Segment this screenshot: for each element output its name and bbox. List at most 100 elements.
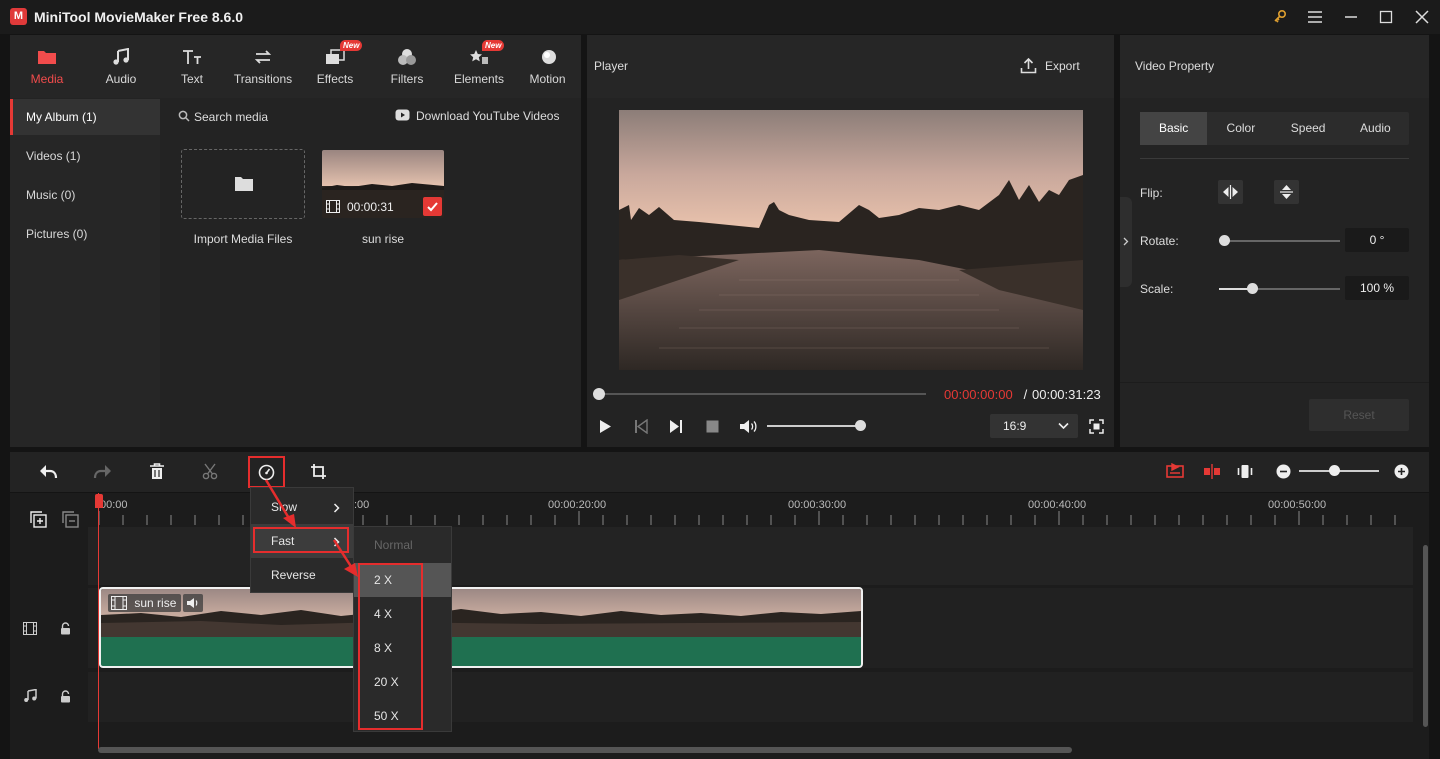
rotate-value[interactable]: 0 ° — [1345, 228, 1409, 252]
clip-thumbnails — [101, 589, 861, 637]
playhead-handle[interactable] — [95, 494, 103, 508]
volume-icon[interactable] — [739, 419, 757, 434]
tab-audio[interactable]: Audio — [84, 35, 158, 98]
search-input[interactable]: Search media — [194, 110, 268, 124]
tab-transitions[interactable]: Transitions — [226, 35, 300, 98]
audio-detach-icon[interactable] — [1166, 463, 1184, 480]
tab-basic[interactable]: Basic — [1140, 112, 1208, 145]
zoom-slider-knob[interactable] — [1329, 465, 1340, 476]
chevron-right-icon — [1123, 237, 1129, 246]
clip-volume-icon[interactable] — [183, 594, 203, 612]
app-title: MiniTool MovieMaker Free 8.6.0 — [34, 9, 244, 25]
film-icon — [111, 595, 127, 610]
tab-filters[interactable]: Filters — [370, 35, 444, 98]
tab-motion[interactable]: Motion — [514, 35, 581, 98]
player-title: Player — [594, 59, 629, 73]
previous-frame-icon[interactable] — [634, 419, 648, 434]
lock-icon[interactable] — [60, 622, 71, 635]
tab-text[interactable]: Text — [158, 35, 226, 98]
reset-button[interactable]: Reset — [1309, 399, 1409, 431]
horizontal-scrollbar[interactable] — [98, 747, 1072, 753]
folder-icon — [234, 175, 254, 192]
scale-slider-knob[interactable] — [1247, 283, 1258, 294]
volume-knob[interactable] — [855, 420, 866, 431]
fullscreen-icon[interactable] — [1089, 419, 1104, 434]
download-youtube-button[interactable]: Download YouTube Videos — [416, 109, 559, 123]
split-clip-icon[interactable] — [1203, 463, 1221, 480]
ruler-label: 00:00:20:00 — [548, 499, 607, 511]
tab-filters-label: Filters — [390, 72, 424, 86]
import-media-button[interactable] — [181, 149, 305, 219]
ruler-label: 00:00:40:00 — [1028, 499, 1087, 511]
rotate-slider-knob[interactable] — [1219, 235, 1230, 246]
sidebar-item-pictures[interactable]: Pictures (0) — [10, 216, 160, 252]
speed-options-highlight — [358, 563, 423, 730]
minimize-icon[interactable] — [1336, 4, 1366, 30]
close-icon[interactable] — [1407, 4, 1437, 30]
volume-slider[interactable] — [767, 425, 861, 427]
app-logo-icon: M — [10, 8, 27, 25]
sidebar-item-my-album[interactable]: My Album (1) — [10, 99, 160, 135]
collapse-panel-handle[interactable] — [1120, 197, 1132, 287]
add-track-icon[interactable] — [30, 511, 47, 528]
vertical-scrollbar[interactable] — [1423, 545, 1428, 727]
play-icon[interactable] — [598, 419, 612, 434]
scale-slider[interactable] — [1253, 288, 1340, 290]
tab-motion-label: Motion — [529, 72, 566, 86]
fit-timeline-icon[interactable] — [1237, 463, 1253, 480]
motion-icon — [538, 46, 558, 68]
property-tabs: Basic Color Speed Audio — [1140, 112, 1409, 145]
sidebar-item-music[interactable]: Music (0) — [10, 177, 160, 213]
flip-vertical-button[interactable] — [1274, 180, 1299, 204]
new-badge: New — [482, 40, 505, 51]
undo-icon[interactable] — [39, 463, 58, 480]
split-scissors-icon[interactable] — [202, 463, 218, 480]
export-button[interactable]: Export — [1045, 59, 1080, 73]
clip-name: sun rise — [361, 232, 405, 246]
album-sidebar: My Album (1) Videos (1) Music (0) Pictur… — [10, 99, 160, 447]
key-icon[interactable] — [1265, 4, 1295, 30]
menu-icon[interactable] — [1300, 4, 1330, 30]
stop-icon[interactable] — [706, 420, 719, 433]
player-video-preview — [619, 110, 1083, 370]
clip-label: sun rise — [108, 594, 182, 612]
tab-media[interactable]: Media — [10, 35, 84, 98]
scale-value[interactable]: 100 % — [1345, 276, 1409, 300]
lock-icon[interactable] — [60, 690, 71, 703]
timeline-playhead[interactable] — [98, 493, 99, 749]
tab-color[interactable]: Color — [1207, 112, 1274, 145]
zoom-in-icon[interactable] — [1394, 464, 1409, 479]
flip-horizontal-button[interactable] — [1218, 180, 1243, 204]
sidebar-item-videos[interactable]: Videos (1) — [10, 138, 160, 174]
rotate-label: Rotate: — [1140, 234, 1179, 248]
tab-elements[interactable]: New Elements — [444, 35, 514, 98]
music-track-icon — [23, 689, 37, 703]
next-frame-icon[interactable] — [669, 419, 683, 434]
timeline-video-clip[interactable] — [99, 587, 863, 668]
import-media-label: Import Media Files — [193, 232, 293, 246]
current-time: 00:00:00:00 — [944, 387, 1013, 402]
playback-progress-bar[interactable] — [600, 393, 926, 395]
tab-effects[interactable]: New Effects — [300, 35, 370, 98]
time-separator: / — [1020, 387, 1031, 402]
video-track-icon — [23, 622, 37, 635]
redo-icon[interactable] — [93, 463, 112, 480]
remove-track-icon[interactable] — [62, 511, 79, 528]
delete-icon[interactable] — [149, 463, 165, 480]
tab-audio-property[interactable]: Audio — [1342, 112, 1409, 145]
folder-icon — [37, 46, 57, 68]
rotate-slider[interactable] — [1222, 240, 1340, 242]
youtube-download-icon — [395, 109, 410, 121]
maximize-icon[interactable] — [1371, 4, 1401, 30]
zoom-out-icon[interactable] — [1276, 464, 1291, 479]
playhead-knob[interactable] — [593, 388, 605, 400]
aspect-ratio-select[interactable]: 16:9 — [990, 414, 1078, 438]
tab-text-label: Text — [180, 72, 203, 86]
checkmark-icon[interactable] — [423, 197, 442, 216]
video-property-title: Video Property — [1135, 59, 1215, 73]
aspect-ratio-value: 16:9 — [1003, 419, 1027, 433]
tab-speed[interactable]: Speed — [1275, 112, 1342, 145]
annotation-arrows — [264, 479, 358, 577]
clip-duration: 00:00:31 — [347, 200, 394, 214]
transitions-icon — [254, 46, 272, 68]
